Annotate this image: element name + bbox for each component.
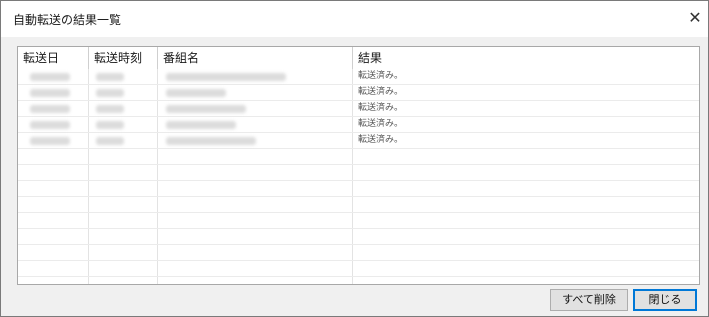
- column-header-time[interactable]: 転送時刻: [89, 47, 157, 69]
- transfer-date-cell: [30, 89, 70, 97]
- table-row[interactable]: 転送済み。: [18, 133, 699, 149]
- result-cell: 転送済み。: [358, 135, 404, 145]
- program-name-cell: [166, 137, 256, 145]
- empty-row: [18, 213, 699, 229]
- close-button[interactable]: 閉じる: [633, 289, 697, 311]
- empty-row: [18, 165, 699, 181]
- column-header-result[interactable]: 結果: [353, 47, 699, 69]
- title-bar: 自動転送の結果一覧 ✕: [1, 1, 708, 37]
- transfer-date-cell: [30, 121, 70, 129]
- program-name-cell: [166, 89, 226, 97]
- column-header-program[interactable]: 番組名: [158, 47, 352, 69]
- empty-row: [18, 245, 699, 261]
- dialog-title: 自動転送の結果一覧: [13, 13, 122, 27]
- result-cell: 転送済み。: [358, 103, 404, 113]
- empty-row: [18, 229, 699, 245]
- transfer-time-cell: [96, 121, 124, 129]
- list-rows: 転送済み。 転送済み。 転送済み。 転送済み。 転送済み。: [18, 69, 699, 284]
- delete-all-button[interactable]: すべて削除: [550, 289, 628, 311]
- results-list[interactable]: 転送日 転送時刻 番組名 結果 転送済み。 転送済み。 転送済み。 転送済み。 転送済み…: [17, 46, 700, 285]
- program-name-cell: [166, 121, 236, 129]
- transfer-date-cell: [30, 73, 70, 81]
- transfer-time-cell: [96, 137, 124, 145]
- program-name-cell: [166, 73, 286, 81]
- transfer-date-cell: [30, 105, 70, 113]
- column-header-date[interactable]: 転送日: [18, 47, 88, 69]
- result-cell: 転送済み。: [358, 71, 404, 81]
- table-row[interactable]: 転送済み。: [18, 85, 699, 101]
- empty-row: [18, 277, 699, 284]
- empty-row: [18, 197, 699, 213]
- table-row[interactable]: 転送済み。: [18, 101, 699, 117]
- results-dialog: 自動転送の結果一覧 ✕ 転送日 転送時刻 番組名 結果 転送済み。 転送済み。 転送…: [0, 0, 709, 317]
- program-name-cell: [166, 105, 246, 113]
- result-cell: 転送済み。: [358, 119, 404, 129]
- transfer-time-cell: [96, 105, 124, 113]
- empty-row: [18, 149, 699, 165]
- result-cell: 転送済み。: [358, 87, 404, 97]
- transfer-time-cell: [96, 73, 124, 81]
- table-row[interactable]: 転送済み。: [18, 69, 699, 85]
- close-icon[interactable]: ✕: [684, 5, 706, 31]
- empty-row: [18, 261, 699, 277]
- transfer-time-cell: [96, 89, 124, 97]
- table-row[interactable]: 転送済み。: [18, 117, 699, 133]
- transfer-date-cell: [30, 137, 70, 145]
- empty-row: [18, 181, 699, 197]
- list-header: 転送日 転送時刻 番組名 結果: [18, 47, 699, 69]
